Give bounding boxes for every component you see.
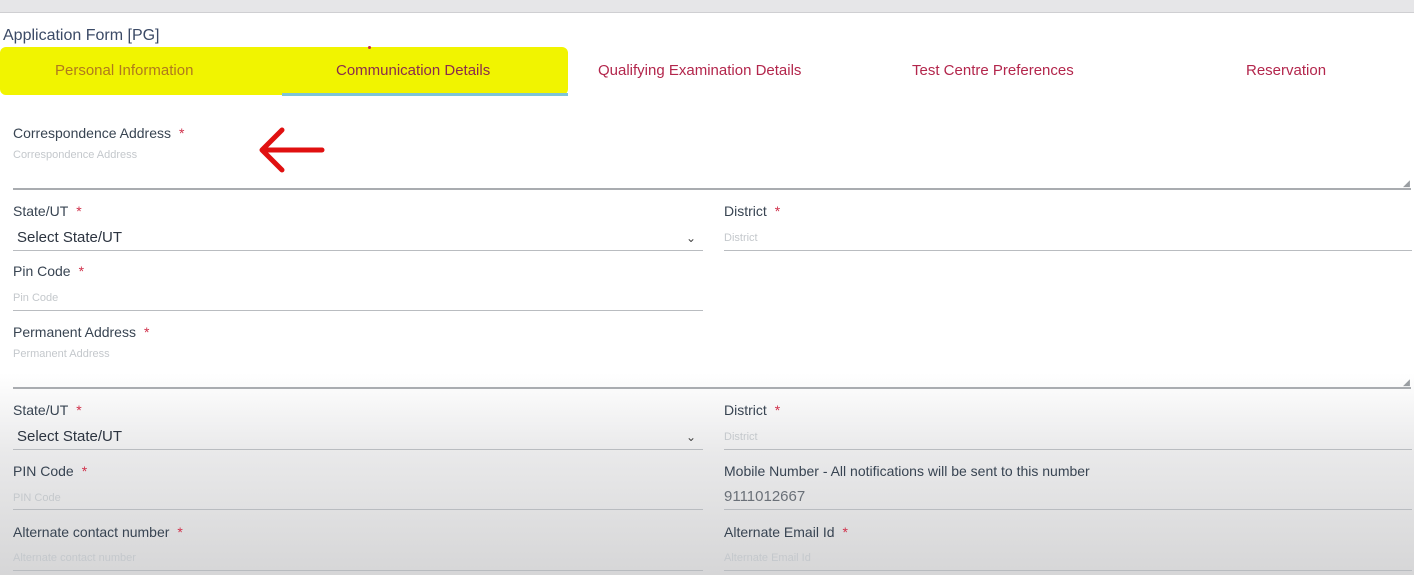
tab-communication-details[interactable]: Communication Details (336, 47, 490, 95)
correspondence-state-label: State/UT * (13, 203, 82, 219)
alternate-email-label: Alternate Email Id * (724, 524, 848, 540)
correspondence-state-underline (13, 250, 703, 251)
permanent-state-underline (13, 449, 703, 450)
permanent-state-label: State/UT * (13, 402, 82, 418)
permanent-pin-label: PIN Code * (13, 463, 88, 479)
correspondence-district-underline (724, 250, 1412, 251)
mobile-number-field: 9111012667 (724, 488, 806, 505)
correspondence-district-label: District * (724, 203, 781, 219)
browser-top-strip (0, 0, 1414, 13)
mobile-number-underline (724, 509, 1412, 510)
resize-handle-icon[interactable]: ◢ (1403, 377, 1410, 388)
permanent-district-label: District * (724, 402, 781, 418)
alternate-contact-underline (13, 570, 703, 571)
permanent-pin-input[interactable]: PIN Code (13, 492, 61, 504)
chevron-down-icon[interactable]: ⌄ (686, 231, 696, 245)
permanent-pin-underline (13, 509, 703, 510)
permanent-district-input[interactable]: District (724, 431, 758, 443)
permanent-address-label: Permanent Address * (13, 324, 150, 340)
correspondence-pin-label: Pin Code * (13, 263, 85, 279)
mobile-number-label: Mobile Number - All notifications will b… (724, 463, 1090, 479)
permanent-state-select[interactable]: Select State/UT (17, 428, 122, 445)
resize-handle-icon[interactable]: ◢ (1403, 178, 1410, 189)
correspondence-pin-input[interactable]: Pin Code (13, 292, 58, 304)
permanent-district-underline (724, 449, 1412, 450)
tab-test-centre-preferences[interactable]: Test Centre Preferences (912, 47, 1074, 95)
page-title: Application Form [PG] (3, 27, 160, 44)
correspondence-address-underline (13, 188, 1411, 190)
chevron-down-icon[interactable]: ⌄ (686, 430, 696, 444)
alternate-contact-label: Alternate contact number * (13, 524, 183, 540)
correspondence-address-textarea[interactable]: Correspondence Address (13, 149, 137, 161)
correspondence-address-label: Correspondence Address * (13, 125, 185, 141)
red-arrow-left-icon (259, 127, 325, 173)
correspondence-state-select[interactable]: Select State/UT (17, 229, 122, 246)
tab-reservation[interactable]: Reservation (1246, 47, 1326, 95)
alternate-email-input[interactable]: Alternate Email Id (724, 552, 811, 564)
alternate-contact-input[interactable]: Alternate contact number (13, 552, 136, 564)
alternate-email-underline (724, 570, 1412, 571)
active-tab-indicator (282, 93, 568, 96)
application-form-page: Application Form [PG] (0, 13, 1414, 575)
permanent-address-textarea[interactable]: Permanent Address (13, 348, 110, 360)
permanent-address-underline (13, 387, 1411, 389)
tab-qualifying-examination-details[interactable]: Qualifying Examination Details (598, 47, 801, 95)
correspondence-pin-underline (13, 310, 703, 311)
tab-personal-information[interactable]: Personal Information (55, 47, 193, 95)
correspondence-district-input[interactable]: District (724, 232, 758, 244)
